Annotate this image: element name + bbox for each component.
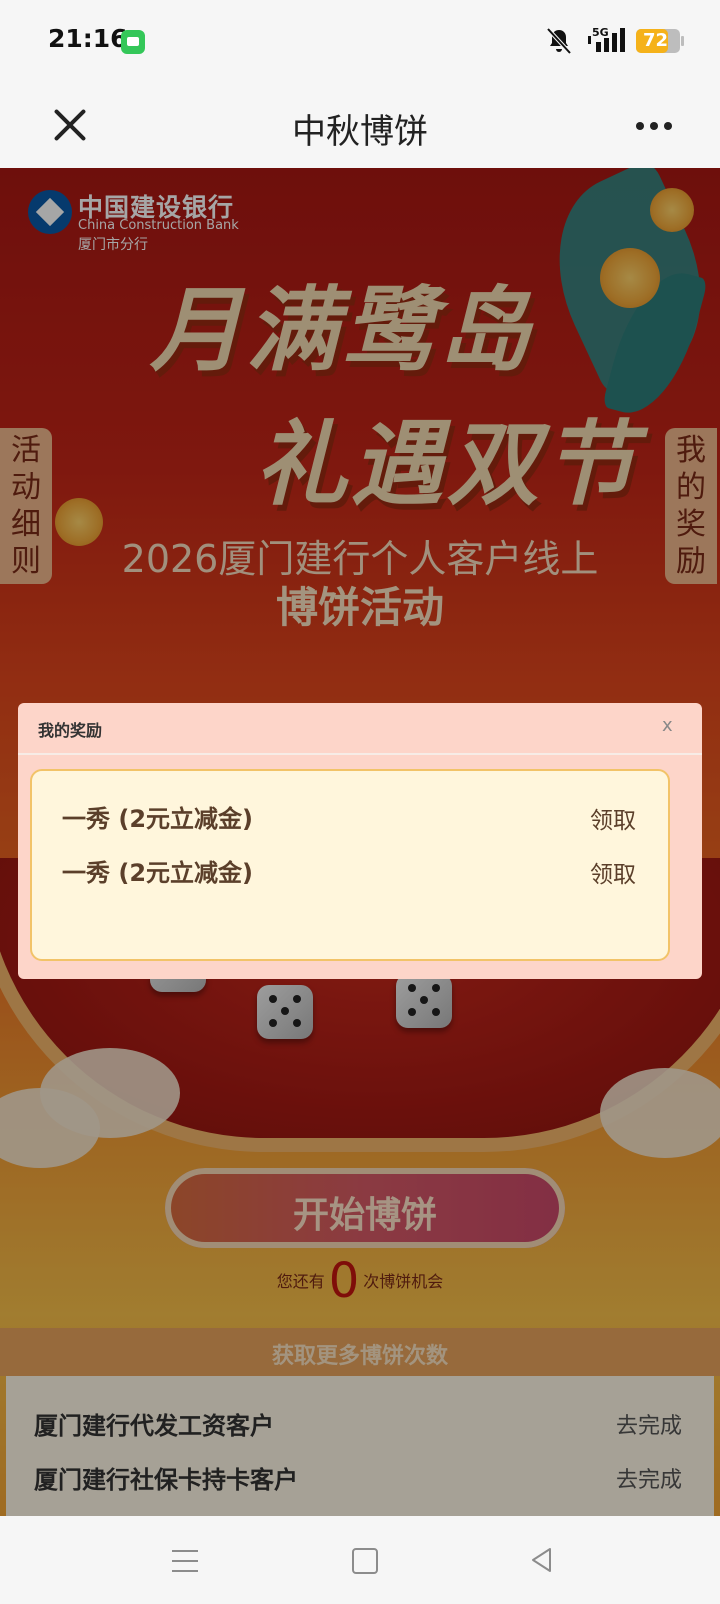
back-icon[interactable]: [528, 1546, 556, 1574]
status-bar: 21:16 5G 72: [0, 0, 720, 82]
modal-header: 我的奖励 x: [18, 703, 702, 755]
status-time: 21:16: [48, 24, 128, 53]
bell-muted-icon: [546, 27, 572, 55]
modal-title: 我的奖励: [38, 721, 103, 740]
nav-bar: 中秋博饼: [0, 82, 720, 168]
modal-close-button[interactable]: x: [662, 715, 673, 736]
claim-button[interactable]: 领取: [590, 801, 636, 835]
my-rewards-modal: 我的奖励 x 一秀 (2元立减金) 领取 一秀 (2元立减金) 领取: [18, 703, 702, 979]
claim-button[interactable]: 领取: [590, 855, 636, 889]
battery-icon: 72: [636, 29, 684, 53]
more-options-icon[interactable]: [636, 122, 672, 130]
signal-icon: [588, 28, 625, 52]
system-nav-bar: [0, 1516, 720, 1604]
reward-name: 一秀 (2元立减金): [62, 859, 253, 887]
battery-level: 72: [643, 30, 669, 51]
reward-list: 一秀 (2元立减金) 领取 一秀 (2元立减金) 领取: [30, 769, 670, 961]
reward-name: 一秀 (2元立减金): [62, 805, 253, 833]
menu-icon[interactable]: [172, 1550, 198, 1572]
home-icon[interactable]: [352, 1548, 378, 1574]
message-app-icon: [121, 30, 145, 54]
page-title: 中秋博饼: [292, 112, 428, 152]
